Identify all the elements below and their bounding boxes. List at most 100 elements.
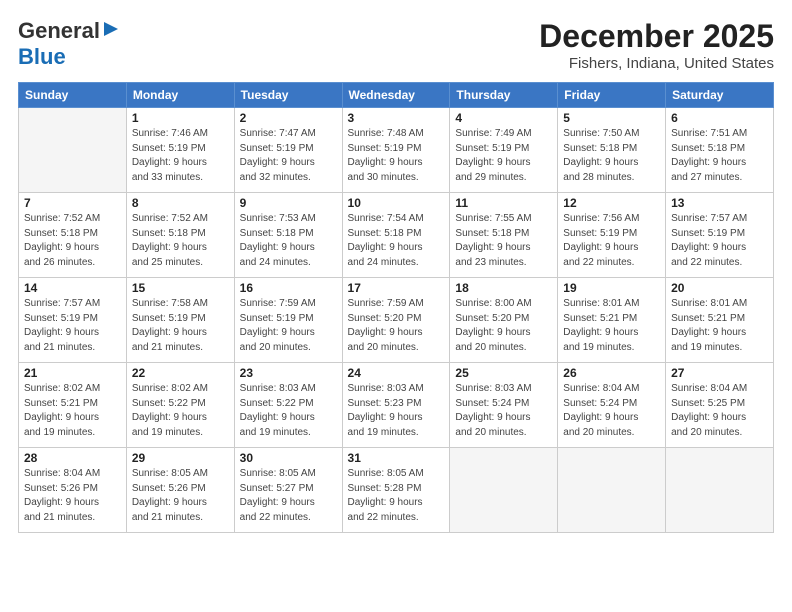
day-info: Sunrise: 7:57 AMSunset: 5:19 PMDaylight:… <box>24 297 121 355</box>
title-block: December 2025 Fishers, Indiana, United S… <box>539 18 774 72</box>
day-info: Sunrise: 8:01 AMSunset: 5:21 PMDaylight:… <box>563 297 660 355</box>
day-info: Sunrise: 7:49 AMSunset: 5:19 PMDaylight:… <box>455 127 552 185</box>
day-cell: 28 Sunrise: 8:04 AMSunset: 5:26 PMDayligh… <box>19 448 127 533</box>
week-row-4: 21Sunrise: 8:02 AMSunset: 5:21 PMDayligh… <box>19 363 774 448</box>
day-number: 19 <box>563 281 660 295</box>
day-number: 4 <box>455 111 552 125</box>
logo-general: General <box>18 18 100 44</box>
col-header-monday: Monday <box>126 83 234 108</box>
day-number: 23 <box>240 366 337 380</box>
day-cell: 20Sunrise: 8:01 AMSunset: 5:21 PMDayligh… <box>666 278 774 363</box>
day-number: 31 <box>348 451 445 465</box>
day-cell: 21Sunrise: 8:02 AMSunset: 5:21 PMDayligh… <box>19 363 127 448</box>
day-info: Sunrise: 8:00 AMSunset: 5:20 PMDaylight:… <box>455 297 552 355</box>
header: General Blue December 2025 Fishers, Indi… <box>18 18 774 72</box>
month-title: December 2025 <box>539 18 774 55</box>
day-number: 26 <box>563 366 660 380</box>
day-number: 6 <box>671 111 768 125</box>
day-number: 27 <box>671 366 768 380</box>
day-number: 3 <box>348 111 445 125</box>
week-row-1: 1 Sunrise: 7:46 AMSunset: 5:19 PMDaylight… <box>19 108 774 193</box>
day-cell: 8 Sunrise: 7:52 AMSunset: 5:18 PMDaylight… <box>126 193 234 278</box>
day-info: Sunrise: 8:03 AMSunset: 5:22 PMDaylight:… <box>240 382 337 440</box>
logo: General Blue <box>18 18 120 70</box>
day-cell: 12 Sunrise: 7:56 AMSunset: 5:19 PMDayligh… <box>558 193 666 278</box>
col-header-saturday: Saturday <box>666 83 774 108</box>
day-info: Sunrise: 8:03 AMSunset: 5:24 PMDaylight:… <box>455 382 552 440</box>
day-info: Sunrise: 8:04 AMSunset: 5:25 PMDaylight:… <box>671 382 768 440</box>
day-info: Sunrise: 7:59 AMSunset: 5:19 PMDaylight:… <box>240 297 337 355</box>
day-cell: 1 Sunrise: 7:46 AMSunset: 5:19 PMDaylight… <box>126 108 234 193</box>
day-number: 29 <box>132 451 229 465</box>
day-cell: 29 Sunrise: 8:05 AMSunset: 5:26 PMDayligh… <box>126 448 234 533</box>
day-cell: 26 Sunrise: 8:04 AMSunset: 5:24 PMDayligh… <box>558 363 666 448</box>
week-row-3: 14 Sunrise: 7:57 AMSunset: 5:19 PMDayligh… <box>19 278 774 363</box>
day-number: 11 <box>455 196 552 210</box>
day-number: 21 <box>24 366 121 380</box>
day-cell: 16Sunrise: 7:59 AMSunset: 5:19 PMDayligh… <box>234 278 342 363</box>
day-cell: 10 Sunrise: 7:54 AMSunset: 5:18 PMDayligh… <box>342 193 450 278</box>
day-cell: 11 Sunrise: 7:55 AMSunset: 5:18 PMDayligh… <box>450 193 558 278</box>
day-info: Sunrise: 8:05 AMSunset: 5:27 PMDaylight:… <box>240 467 337 525</box>
day-cell: 24 Sunrise: 8:03 AMSunset: 5:23 PMDayligh… <box>342 363 450 448</box>
day-number: 25 <box>455 366 552 380</box>
day-info: Sunrise: 8:05 AMSunset: 5:28 PMDaylight:… <box>348 467 445 525</box>
day-cell: 6 Sunrise: 7:51 AMSunset: 5:18 PMDaylight… <box>666 108 774 193</box>
location: Fishers, Indiana, United States <box>539 55 774 72</box>
day-number: 9 <box>240 196 337 210</box>
day-number: 2 <box>240 111 337 125</box>
day-number: 18 <box>455 281 552 295</box>
day-info: Sunrise: 8:03 AMSunset: 5:23 PMDaylight:… <box>348 382 445 440</box>
day-info: Sunrise: 8:05 AMSunset: 5:26 PMDaylight:… <box>132 467 229 525</box>
day-cell: 25 Sunrise: 8:03 AMSunset: 5:24 PMDayligh… <box>450 363 558 448</box>
day-info: Sunrise: 7:55 AMSunset: 5:18 PMDaylight:… <box>455 212 552 270</box>
day-info: Sunrise: 8:02 AMSunset: 5:22 PMDaylight:… <box>132 382 229 440</box>
day-info: Sunrise: 7:52 AMSunset: 5:18 PMDaylight:… <box>132 212 229 270</box>
day-cell: 7Sunrise: 7:52 AMSunset: 5:18 PMDaylight… <box>19 193 127 278</box>
col-header-thursday: Thursday <box>450 83 558 108</box>
day-cell: 15Sunrise: 7:58 AMSunset: 5:19 PMDayligh… <box>126 278 234 363</box>
day-number: 12 <box>563 196 660 210</box>
day-info: Sunrise: 7:57 AMSunset: 5:19 PMDaylight:… <box>671 212 768 270</box>
day-info: Sunrise: 7:48 AMSunset: 5:19 PMDaylight:… <box>348 127 445 185</box>
day-cell <box>450 448 558 533</box>
day-info: Sunrise: 7:56 AMSunset: 5:19 PMDaylight:… <box>563 212 660 270</box>
day-number: 8 <box>132 196 229 210</box>
day-number: 30 <box>240 451 337 465</box>
day-cell <box>19 108 127 193</box>
day-number: 1 <box>132 111 229 125</box>
day-info: Sunrise: 8:04 AMSunset: 5:24 PMDaylight:… <box>563 382 660 440</box>
day-info: Sunrise: 7:54 AMSunset: 5:18 PMDaylight:… <box>348 212 445 270</box>
col-header-wednesday: Wednesday <box>342 83 450 108</box>
logo-arrow-icon <box>102 20 120 38</box>
day-cell: 17 Sunrise: 7:59 AMSunset: 5:20 PMDayligh… <box>342 278 450 363</box>
day-number: 5 <box>563 111 660 125</box>
day-cell: 5 Sunrise: 7:50 AMSunset: 5:18 PMDaylight… <box>558 108 666 193</box>
day-info: Sunrise: 7:47 AMSunset: 5:19 PMDaylight:… <box>240 127 337 185</box>
day-number: 24 <box>348 366 445 380</box>
day-info: Sunrise: 7:59 AMSunset: 5:20 PMDaylight:… <box>348 297 445 355</box>
day-info: Sunrise: 8:04 AMSunset: 5:26 PMDaylight:… <box>24 467 121 525</box>
day-cell: 18 Sunrise: 8:00 AMSunset: 5:20 PMDayligh… <box>450 278 558 363</box>
day-info: Sunrise: 7:58 AMSunset: 5:19 PMDaylight:… <box>132 297 229 355</box>
day-number: 14 <box>24 281 121 295</box>
day-number: 7 <box>24 196 121 210</box>
day-cell: 4 Sunrise: 7:49 AMSunset: 5:19 PMDaylight… <box>450 108 558 193</box>
day-info: Sunrise: 7:46 AMSunset: 5:19 PMDaylight:… <box>132 127 229 185</box>
day-cell: 30 Sunrise: 8:05 AMSunset: 5:27 PMDayligh… <box>234 448 342 533</box>
day-cell: 23 Sunrise: 8:03 AMSunset: 5:22 PMDayligh… <box>234 363 342 448</box>
logo-blue: Blue <box>18 44 66 69</box>
day-cell: 19 Sunrise: 8:01 AMSunset: 5:21 PMDayligh… <box>558 278 666 363</box>
day-number: 17 <box>348 281 445 295</box>
calendar-table: SundayMondayTuesdayWednesdayThursdayFrid… <box>18 82 774 533</box>
day-info: Sunrise: 7:50 AMSunset: 5:18 PMDaylight:… <box>563 127 660 185</box>
day-info: Sunrise: 7:51 AMSunset: 5:18 PMDaylight:… <box>671 127 768 185</box>
day-cell: 14 Sunrise: 7:57 AMSunset: 5:19 PMDayligh… <box>19 278 127 363</box>
page: General Blue December 2025 Fishers, Indi… <box>0 0 792 612</box>
day-info: Sunrise: 8:01 AMSunset: 5:21 PMDaylight:… <box>671 297 768 355</box>
day-number: 10 <box>348 196 445 210</box>
day-number: 28 <box>24 451 121 465</box>
day-cell: 22Sunrise: 8:02 AMSunset: 5:22 PMDayligh… <box>126 363 234 448</box>
day-number: 13 <box>671 196 768 210</box>
day-cell: 13 Sunrise: 7:57 AMSunset: 5:19 PMDayligh… <box>666 193 774 278</box>
